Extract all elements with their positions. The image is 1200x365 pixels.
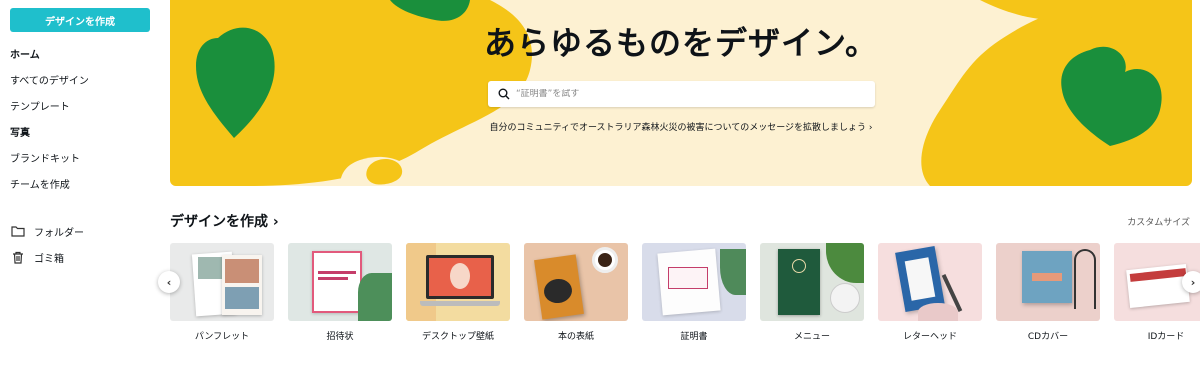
promo-link[interactable]: 自分のコミュニティでオーストラリア森林火災の被害についてのメッセージを拡散しまし… [170, 120, 1192, 133]
card-letterhead[interactable]: レターヘッド [878, 243, 982, 342]
custom-size-link[interactable]: カスタムサイズ [1127, 215, 1190, 228]
design-type-carousel: パンフレット 招待状 デスクトップ壁紙 本の表紙 証明書 メニュー レターヘッド… [170, 243, 1200, 353]
search-input[interactable] [516, 89, 856, 99]
card-menu-label: メニュー [793, 332, 830, 342]
card-desktop-wallpaper-thumbnail [406, 243, 510, 321]
sidebar-item-trash-label: ゴミ箱 [34, 253, 64, 265]
sidebar-item-all-designs[interactable]: すべてのデザイン [10, 74, 89, 100]
card-letterhead-label: レターヘッド [902, 332, 957, 342]
card-book-cover-label: 本の表紙 [557, 332, 594, 342]
card-cd-cover-label: CDカバー [1027, 332, 1069, 342]
sidebar-nav: ホーム すべてのデザイン テンプレート 写真 ブランドキット チームを作成 [10, 48, 89, 204]
card-desktop-wallpaper[interactable]: デスクトップ壁紙 [406, 243, 510, 342]
card-invitation[interactable]: 招待状 [288, 243, 392, 342]
card-book-cover[interactable]: 本の表紙 [524, 243, 628, 342]
sidebar-item-photos[interactable]: 写真 [10, 126, 89, 152]
hero-banner: あらゆるものをデザイン。 自分のコミュニティでオーストラリア森林火災の被害につい… [170, 0, 1192, 186]
card-book-cover-thumbnail [524, 243, 628, 321]
card-certificate[interactable]: 証明書 [642, 243, 746, 342]
sidebar: デザインを作成 ホーム すべてのデザイン テンプレート 写真 ブランドキット チ… [0, 0, 162, 365]
card-certificate-thumbnail [642, 243, 746, 321]
sidebar-item-templates[interactable]: テンプレート [10, 100, 89, 126]
sidebar-item-home[interactable]: ホーム [10, 48, 89, 74]
carousel-next-button[interactable]: › [1182, 271, 1200, 293]
folder-icon [10, 223, 26, 239]
trash-icon [10, 249, 26, 265]
card-brochure[interactable]: パンフレット [170, 243, 274, 342]
sidebar-item-trash[interactable]: ゴミ箱 [10, 244, 84, 270]
card-certificate-label: 証明書 [680, 332, 708, 342]
card-invitation-thumbnail [288, 243, 392, 321]
card-id-card-label: IDカード [1147, 332, 1185, 342]
card-brochure-label: パンフレット [194, 332, 250, 342]
chevron-left-icon: ‹ [166, 275, 172, 289]
chevron-right-icon: › [1190, 275, 1196, 289]
card-menu-thumbnail [760, 243, 864, 321]
carousel-prev-button[interactable]: ‹ [158, 271, 180, 293]
card-desktop-wallpaper-label: デスクトップ壁紙 [421, 332, 494, 342]
card-brochure-thumbnail [170, 243, 274, 321]
sidebar-item-folders[interactable]: フォルダー [10, 218, 84, 244]
card-cd-cover[interactable]: CDカバー [996, 243, 1100, 342]
sidebar-item-brand-kit[interactable]: ブランドキット [10, 152, 89, 178]
search-icon [498, 85, 510, 104]
sidebar-secondary-nav: フォルダー ゴミ箱 [10, 218, 84, 270]
card-menu[interactable]: メニュー [760, 243, 864, 342]
create-design-section-title[interactable]: デザインを作成 › [170, 211, 279, 231]
card-invitation-label: 招待状 [326, 332, 354, 342]
sidebar-item-create-team[interactable]: チームを作成 [10, 178, 89, 204]
card-cd-cover-thumbnail [996, 243, 1100, 321]
card-id-card[interactable]: IDカード [1114, 243, 1200, 342]
card-letterhead-thumbnail [878, 243, 982, 321]
hero-title: あらゆるものをデザイン。 [483, 24, 879, 62]
create-design-button[interactable]: デザインを作成 [10, 8, 150, 32]
sidebar-item-folders-label: フォルダー [34, 227, 84, 239]
template-search[interactable] [488, 81, 875, 107]
